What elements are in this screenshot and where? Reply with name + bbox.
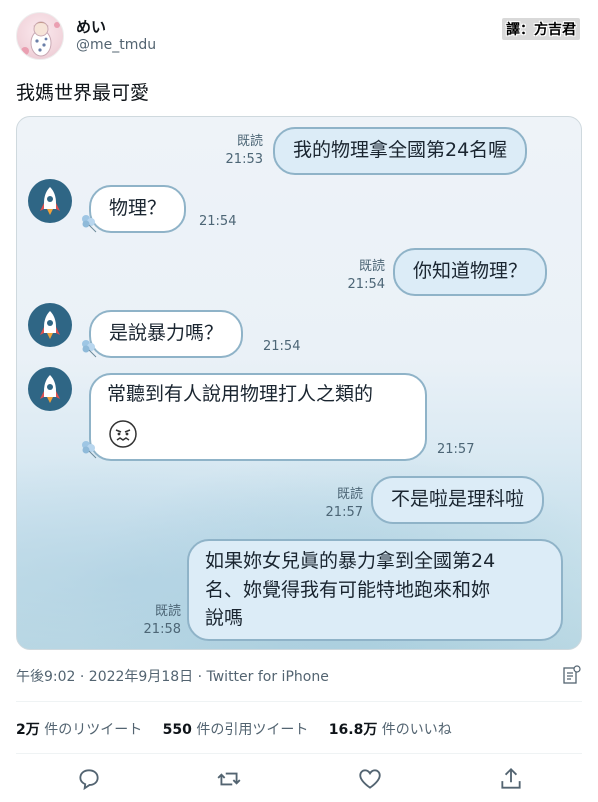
translator-credit: 譯：方吉君: [502, 18, 580, 40]
rocket-icon: [40, 311, 60, 339]
message-bubble-outgoing: 我的物理拿全國第24名喔: [273, 127, 528, 175]
tweet-timestamp[interactable]: 午後9:02 · 2022年9月18日 · Twitter for iPhone: [16, 666, 329, 686]
reply-icon[interactable]: [76, 766, 102, 792]
retweets-label: 件のリツイート: [44, 722, 143, 738]
message-time: 21:54: [199, 214, 237, 229]
message-bubble-outgoing: 不是啦是理科啦: [371, 476, 545, 524]
tweet-header: めい @me_tmdu 譯：方吉君: [16, 12, 582, 62]
likes-label: 件のいいね: [381, 722, 452, 738]
flower-icon: [82, 340, 97, 358]
user-avatar[interactable]: [16, 12, 64, 60]
message-meta: 既読 21:54: [339, 258, 385, 293]
quotes-label: 件の引用ツイート: [196, 722, 309, 738]
user-display-name[interactable]: めい: [76, 16, 106, 37]
read-receipt: 既読: [236, 134, 263, 149]
read-receipt: 既読: [358, 259, 385, 274]
tweet-stats: 2万 件のリツイート 550 件の引用ツイート 16.8万 件のいいね: [16, 719, 468, 739]
message-text: 常聽到有人說用物理打人之類的: [107, 383, 374, 405]
message-text: 你知道物理？: [413, 260, 528, 282]
message-text-line: 名、妳覺得我有可能特地跑來和妳: [205, 578, 491, 601]
message-bubble-incoming: 常聽到有人說用物理打人之類的: [89, 373, 427, 461]
divider: [16, 753, 582, 754]
message-meta: 既読 21:57: [317, 486, 363, 521]
tweet-action-bar: [0, 762, 598, 792]
chat-avatar: [28, 179, 72, 223]
message-time: 21:58: [143, 621, 181, 637]
message-meta: 既読 21:53: [217, 133, 263, 168]
read-receipt: 既読: [154, 604, 181, 619]
message-bubble-incoming: 是說暴力嗎？: [89, 310, 244, 358]
message-time: 21:54: [263, 339, 301, 354]
message-meta: 既読 21:58: [135, 603, 181, 638]
tweet-text: 我媽世界最可愛: [16, 82, 150, 104]
read-receipt: 既読: [336, 487, 363, 502]
message-text: 物理？: [109, 197, 167, 219]
message-text-line: 如果妳女兒眞的暴力拿到全國第24: [205, 550, 496, 572]
divider: [16, 701, 582, 702]
message-time: 21:57: [325, 504, 363, 520]
message-bubble-incoming: 物理？: [89, 185, 187, 233]
message-text: 是說暴力嗎？: [109, 322, 224, 344]
retweets-stat[interactable]: 2万 件のリツイート: [16, 722, 142, 738]
likes-stat[interactable]: 16.8万 件のいいね: [329, 722, 452, 738]
rocket-icon: [40, 375, 60, 403]
message-time: 21:57: [437, 442, 475, 457]
retweets-count: 2万: [16, 722, 40, 738]
chat-avatar: [28, 303, 72, 347]
likes-count: 16.8万: [328, 722, 378, 738]
chat-avatar: [28, 367, 72, 411]
quotes-count: 550: [162, 722, 192, 738]
user-handle[interactable]: @me_tmdu: [76, 37, 156, 53]
quotes-stat[interactable]: 550 件の引用ツイート: [163, 722, 309, 738]
message-time: 21:54: [347, 276, 385, 292]
flower-icon: [82, 441, 97, 459]
rocket-icon: [40, 187, 60, 215]
message-time: 21:53: [225, 151, 263, 167]
flower-icon: [82, 215, 97, 233]
share-icon[interactable]: [498, 766, 524, 792]
message-bubble-outgoing: 如果妳女兒眞的暴力拿到全國第24 名、妳覺得我有可能特地跑來和妳 說嗎: [187, 539, 563, 641]
message-text: 不是啦是理科啦: [391, 488, 525, 510]
message-text-line: 說嗎: [205, 607, 244, 629]
analytics-icon[interactable]: [560, 664, 582, 686]
retweet-icon[interactable]: [216, 766, 242, 792]
chat-screenshot-image[interactable]: 既読 21:53 我的物理拿全國第24名喔 物理？ 21:54 既読 21:54…: [16, 116, 582, 650]
angry-face-icon: [109, 420, 137, 448]
heart-icon[interactable]: [357, 766, 383, 792]
message-bubble-outgoing: 你知道物理？: [393, 248, 548, 296]
message-text: 我的物理拿全國第24名喔: [293, 139, 508, 161]
